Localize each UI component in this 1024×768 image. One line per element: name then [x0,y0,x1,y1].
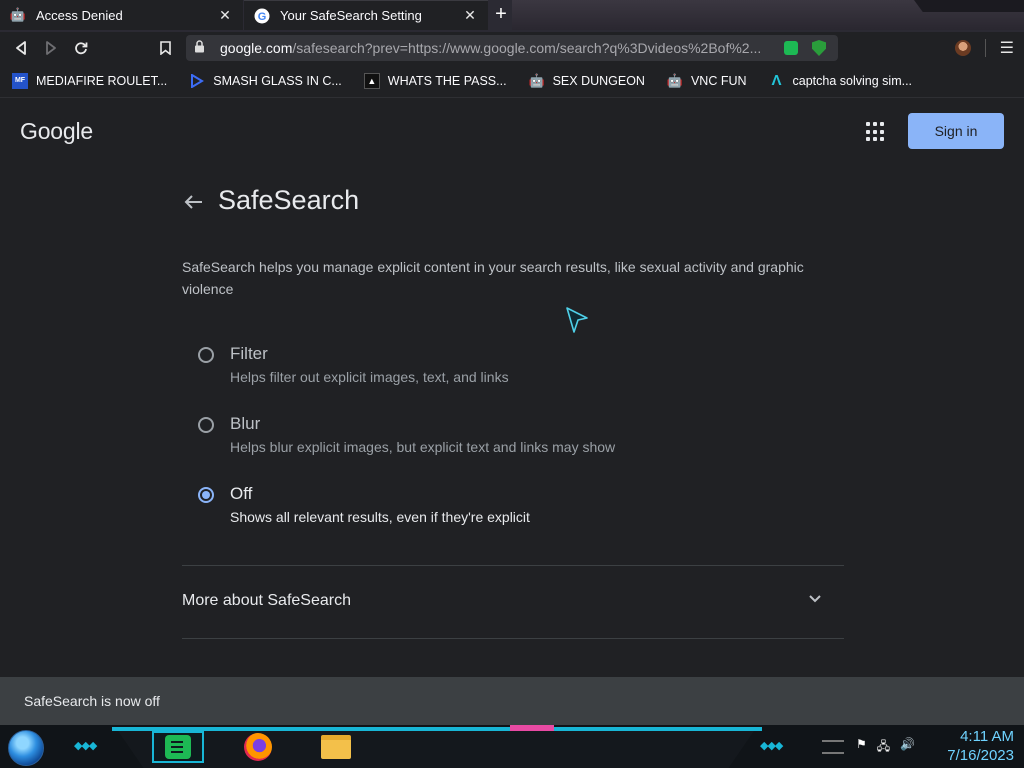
new-tab-button[interactable]: + [490,4,512,26]
google-apps-icon[interactable] [866,122,886,142]
chevron-deco-icon: ◆◆◆ [760,740,783,752]
hamburger-menu-icon[interactable]: ☰ [1000,38,1014,58]
system-tray: ⚑ 🖧 🔊 [856,737,915,758]
more-label: More about SafeSearch [182,592,351,609]
google-g-icon: G [254,8,270,24]
shield-extension-icon[interactable] [808,37,830,59]
firefox-taskbar-icon[interactable] [240,731,276,763]
reload-icon[interactable] [66,33,96,63]
option-blur[interactable]: Blur Helps blur explicit images, but exp… [198,414,798,467]
clock[interactable]: 4:11 AM 7/16/2023 [934,727,1014,765]
option-label: Blur [230,414,261,433]
network-icon[interactable]: 🖧 [877,737,890,758]
tab-access-denied[interactable]: 🤖 Access Denied ✕ [0,0,243,30]
bookmark-label: SEX DUNGEON [552,73,645,88]
taskbar-lines-icon [822,740,844,754]
radio-off[interactable] [198,487,214,503]
bookmark-smash-glass[interactable]: SMASH GLASS IN C... [189,73,342,89]
back-icon[interactable] [6,33,36,63]
snackbar: SafeSearch is now off [0,677,1024,725]
navigation-toolbar: google.com/safesearch?prev=https://www.g… [0,32,1024,64]
taskbar-panel [118,731,754,768]
robot-icon: 🤖 [666,72,684,88]
robot-icon: 🤖 [528,72,545,88]
google-logo[interactable]: Google [20,118,93,145]
bookmark-label: VNC FUN [690,73,747,88]
volume-icon[interactable]: 🔊 [900,737,915,758]
radio-blur[interactable] [198,417,214,433]
taskbar: ◆◆◆ ◆◆◆ ⚑ 🖧 🔊 4:11 AM 7/16/2023 [0,725,1024,768]
bookmark-mediafire[interactable]: MF MEDIAFIRE ROULET... [12,72,168,89]
tab-strip: 🤖 Access Denied ✕ G Your SafeSearch Sett… [0,0,1024,32]
option-label: Filter [230,344,268,363]
start-orb-icon[interactable] [8,730,44,766]
sign-in-button[interactable]: Sign in [908,113,1004,149]
bookmark-whats-the-pass[interactable]: ▲ WHATS THE PASS... [363,72,507,89]
profile-avatar[interactable] [954,40,971,56]
option-off[interactable]: Off Shows all relevant results, even if … [198,484,798,537]
chevron-down-icon [808,591,822,607]
mouse-cursor-icon [566,307,588,333]
close-icon[interactable]: ✕ [462,7,478,24]
tab-safesearch[interactable]: G Your SafeSearch Setting ✕ [244,0,488,30]
close-icon[interactable]: ✕ [217,7,233,24]
option-description: Helps blur explicit images, but explicit… [230,439,616,455]
robot-icon: 🤖 [9,7,27,22]
taskbar-deco [510,725,554,731]
bookmark-captcha[interactable]: Λ captcha solving sim... [769,72,913,89]
option-label: Off [230,484,253,503]
back-arrow-icon[interactable] [184,190,204,216]
theme-decoration [512,0,1024,30]
url-text: google.com/safesearch?prev=https://www.g… [220,40,762,56]
option-description: Shows all relevant results, even if they… [230,509,530,525]
more-about-safesearch[interactable]: More about SafeSearch [182,566,844,640]
divider [182,638,844,639]
clock-date: 7/16/2023 [947,747,1014,764]
tab-title: Your SafeSearch Setting [280,8,422,23]
wp-icon: ▲ [363,72,380,89]
bookmarks-bar: MF MEDIAFIRE ROULET... SMASH GLASS IN C.… [0,64,1024,98]
spotify-extension-icon[interactable] [780,37,802,59]
clock-time: 4:11 AM [960,728,1014,745]
page-description: SafeSearch helps you manage explicit con… [182,259,804,297]
radio-filter[interactable] [198,347,214,363]
bookmark-vnc-fun[interactable]: 🤖 VNC FUN [667,73,747,89]
option-filter[interactable]: Filter Helps filter out explicit images,… [198,344,798,397]
toolbar-separator [984,39,986,57]
bookmark-label: SMASH GLASS IN C... [213,73,342,88]
bookmark-label: MEDIAFIRE ROULET... [36,73,168,88]
chevron-deco-icon: ◆◆◆ [74,740,97,752]
url-bar[interactable]: google.com/safesearch?prev=https://www.g… [186,35,838,61]
page-title: SafeSearch [218,185,360,215]
bookmark-label: captcha solving sim... [792,73,913,88]
captcha-icon: Λ [771,72,782,89]
lock-icon [194,40,208,56]
bookmark-icon[interactable] [150,33,180,63]
play-icon [189,73,205,89]
mediafire-icon: MF [12,72,28,89]
bookmark-sex-dungeon[interactable]: 🤖 SEX DUNGEON [528,72,645,89]
safesearch-page: Google Sign in SafeSearch SafeSearch hel… [0,98,1024,677]
spotify-taskbar-icon[interactable] [152,731,204,763]
forward-icon[interactable] [36,33,66,63]
taskbar-accent [112,727,762,731]
option-description: Helps filter out explicit images, text, … [230,369,509,385]
flag-icon[interactable]: ⚑ [856,737,867,758]
tab-title: Access Denied [36,7,123,23]
file-explorer-taskbar-icon[interactable] [318,731,354,763]
bookmark-label: WHATS THE PASS... [387,73,507,88]
svg-text:G: G [258,11,267,23]
